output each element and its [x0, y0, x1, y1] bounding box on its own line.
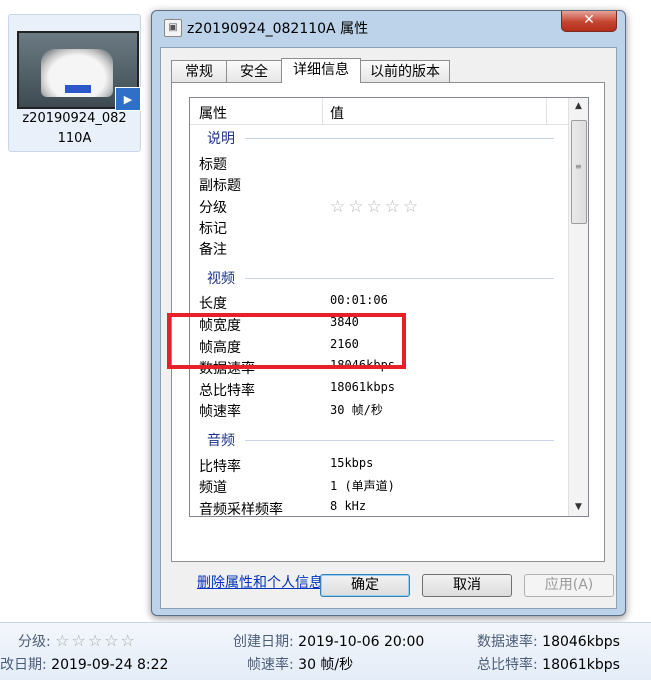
- property-row[interactable]: 标题: [190, 153, 568, 174]
- details-bitrate: 总比特率: 18061kbps: [477, 654, 620, 674]
- details-modified: 修改日期: 2019-09-24 8:22: [0, 654, 168, 674]
- grip-icon: ≡: [575, 162, 582, 171]
- tab-security[interactable]: 安全: [226, 60, 282, 82]
- property-value: 18061kbps: [330, 380, 396, 394]
- close-button[interactable]: ✕: [561, 11, 617, 32]
- file-name-line1: z20190924_082: [22, 111, 127, 126]
- bitrate-label: 总比特率:: [477, 657, 538, 673]
- group-label: 视频: [207, 271, 235, 287]
- property-row[interactable]: 备注: [190, 238, 568, 259]
- tab-general[interactable]: 常规: [171, 60, 227, 82]
- group-header-audio: 音频: [190, 430, 568, 450]
- details-pane: 分级: ☆☆☆☆☆ 修改日期: 2019-09-24 8:22 创建日期: 20…: [0, 622, 651, 680]
- remove-properties-link[interactable]: 删除属性和个人信息: [197, 572, 323, 592]
- ok-button[interactable]: 确定: [320, 574, 410, 597]
- scroll-down-arrow-icon[interactable]: ▼: [569, 499, 588, 516]
- property-name: 标题: [199, 157, 227, 173]
- framerate-value: 30 帧/秒: [298, 657, 354, 673]
- tab-previous-versions[interactable]: 以前的版本: [360, 60, 450, 82]
- property-row[interactable]: 音频采样频率 8 kHz: [190, 498, 568, 517]
- property-row[interactable]: 标记: [190, 217, 568, 238]
- details-rating: 分级: ☆☆☆☆☆: [18, 631, 137, 651]
- property-name: 总比特率: [199, 383, 255, 399]
- property-row[interactable]: 帧速率 30 帧/秒: [190, 400, 568, 421]
- dialog-title: z20190924_082110A 属性: [187, 21, 369, 37]
- dialog-titlebar[interactable]: ▣ z20190924_082110A 属性 ✕: [152, 11, 625, 45]
- details-datarate: 数据速率: 18046kbps: [477, 631, 620, 651]
- group-label: 说明: [207, 131, 235, 147]
- modified-label: 修改日期:: [0, 657, 47, 673]
- framerate-label: 帧速率:: [247, 657, 294, 673]
- modified-value: 2019-09-24 8:22: [51, 657, 169, 673]
- created-value: 2019-10-06 20:00: [298, 634, 425, 650]
- group-divider: [245, 278, 554, 279]
- property-value: 1 (单声道): [330, 479, 395, 493]
- license-plate-image: [65, 85, 91, 93]
- column-header-value[interactable]: 值: [330, 103, 344, 123]
- property-name: 音频采样频率: [199, 502, 283, 517]
- property-list[interactable]: 属性 值 说明 标题 副标题 分级 ☆☆☆☆☆ 标记 备注 视频 长度 00:0…: [189, 97, 589, 517]
- property-name: 副标题: [199, 178, 241, 194]
- property-row[interactable]: 长度 00:01:06: [190, 292, 568, 313]
- video-thumbnail: ▶: [17, 31, 141, 111]
- column-separator[interactable]: [546, 98, 547, 124]
- property-value: 15kbps: [330, 456, 374, 470]
- property-value: 00:01:06: [330, 293, 388, 307]
- details-created: 创建日期: 2019-10-06 20:00: [233, 631, 424, 651]
- property-name: 帧速率: [199, 404, 241, 420]
- video-file-item[interactable]: ▶ z20190924_082 110A: [8, 14, 141, 152]
- file-name-line2: 110A: [57, 131, 92, 146]
- group-header-video: 视频: [190, 268, 568, 288]
- property-row[interactable]: 总比特率 18061kbps: [190, 379, 568, 400]
- file-name: z20190924_082 110A: [9, 109, 140, 149]
- scroll-up-arrow-icon[interactable]: ▲: [569, 98, 588, 115]
- column-separator[interactable]: [322, 98, 323, 124]
- property-row[interactable]: 比特率 15kbps: [190, 455, 568, 476]
- property-value: 8 kHz: [330, 499, 367, 513]
- bitrate-value: 18061kbps: [542, 657, 620, 673]
- rating-stars-icon[interactable]: ☆☆☆☆☆: [55, 631, 137, 650]
- property-name: 频道: [199, 480, 227, 496]
- property-name: 长度: [199, 296, 227, 312]
- group-header-description: 说明: [190, 128, 568, 148]
- group-divider: [245, 440, 554, 441]
- vertical-scrollbar[interactable]: ▲ ≡ ▼: [568, 98, 588, 516]
- property-row[interactable]: 频道 1 (单声道): [190, 476, 568, 497]
- apply-button[interactable]: 应用(A): [524, 574, 614, 597]
- play-icon: ▶: [115, 87, 141, 111]
- property-row[interactable]: 副标题: [190, 174, 568, 195]
- rating-stars-icon[interactable]: ☆☆☆☆☆: [330, 197, 421, 217]
- scrollbar-thumb[interactable]: ≡: [571, 120, 587, 224]
- property-value: 30 帧/秒: [330, 403, 383, 417]
- datarate-label: 数据速率:: [477, 634, 538, 650]
- list-header: 属性 值: [190, 98, 568, 125]
- property-name: 分级: [199, 200, 227, 216]
- property-name: 标记: [199, 221, 227, 237]
- cancel-button[interactable]: 取消: [422, 574, 512, 597]
- property-name: 备注: [199, 242, 227, 258]
- created-label: 创建日期:: [233, 634, 294, 650]
- property-name: 比特率: [199, 459, 241, 475]
- column-header-property[interactable]: 属性: [199, 103, 227, 123]
- group-label: 音频: [207, 433, 235, 449]
- tab-details[interactable]: 详细信息: [281, 58, 361, 83]
- details-framerate: 帧速率: 30 帧/秒: [247, 654, 353, 674]
- file-icon: ▣: [164, 19, 182, 37]
- datarate-value: 18046kbps: [542, 634, 620, 650]
- annotation-highlight-box: [167, 313, 406, 369]
- group-divider: [245, 138, 554, 139]
- rating-label: 分级:: [18, 634, 51, 650]
- property-row[interactable]: 分级 ☆☆☆☆☆: [190, 196, 568, 217]
